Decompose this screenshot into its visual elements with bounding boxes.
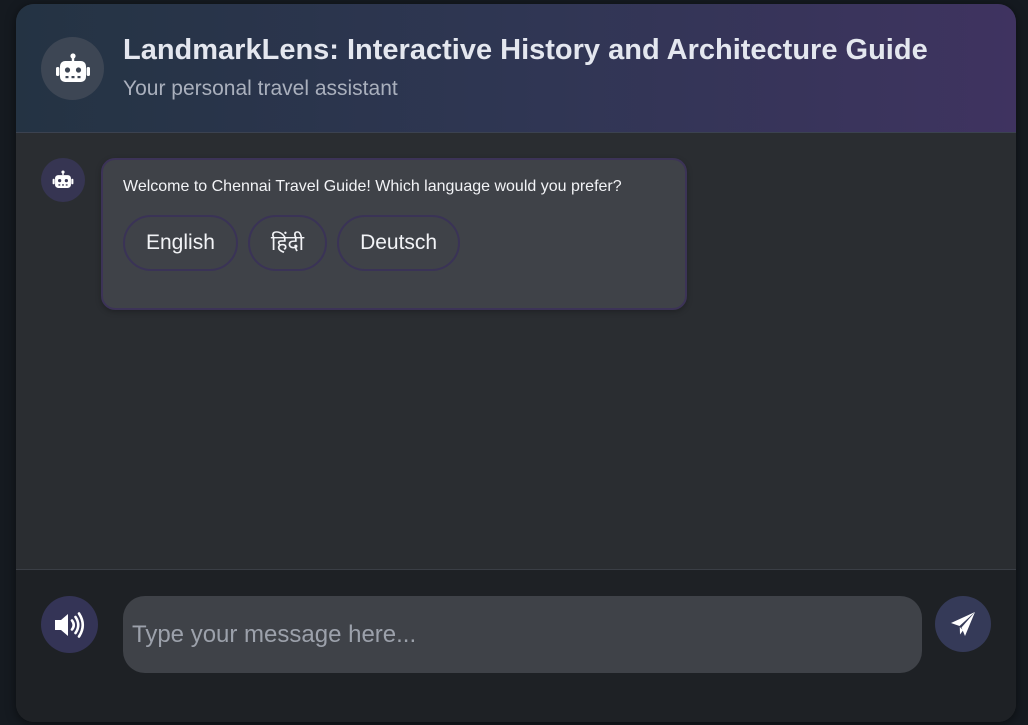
app-subtitle: Your personal travel assistant	[123, 77, 398, 100]
bot-message-text: Welcome to Chennai Travel Guide! Which l…	[123, 178, 622, 195]
bot-message-bubble: Welcome to Chennai Travel Guide! Which l…	[101, 158, 687, 310]
paper-plane-icon	[951, 612, 975, 636]
chat-messages-area[interactable]: Welcome to Chennai Travel Guide! Which l…	[16, 133, 1016, 569]
speaker-icon	[54, 611, 84, 638]
message-input[interactable]	[123, 596, 922, 673]
send-button[interactable]	[935, 596, 991, 652]
robot-icon	[55, 52, 90, 82]
language-option-hindi[interactable]: हिंदी	[247, 215, 328, 271]
chat-header: LandmarkLens: Interactive History and Ar…	[16, 4, 1016, 133]
chat-input-bar	[16, 569, 1016, 722]
language-option-english[interactable]: English	[123, 215, 238, 271]
bot-avatar	[41, 158, 85, 202]
language-options: English हिंदी Deutsch	[123, 215, 461, 271]
header-avatar	[41, 37, 104, 100]
robot-icon	[52, 170, 74, 188]
text-to-speech-button[interactable]	[41, 596, 98, 653]
language-option-deutsch[interactable]: Deutsch	[337, 215, 461, 271]
app-title: LandmarkLens: Interactive History and Ar…	[123, 34, 928, 66]
chat-app-window: LandmarkLens: Interactive History and Ar…	[16, 4, 1016, 722]
